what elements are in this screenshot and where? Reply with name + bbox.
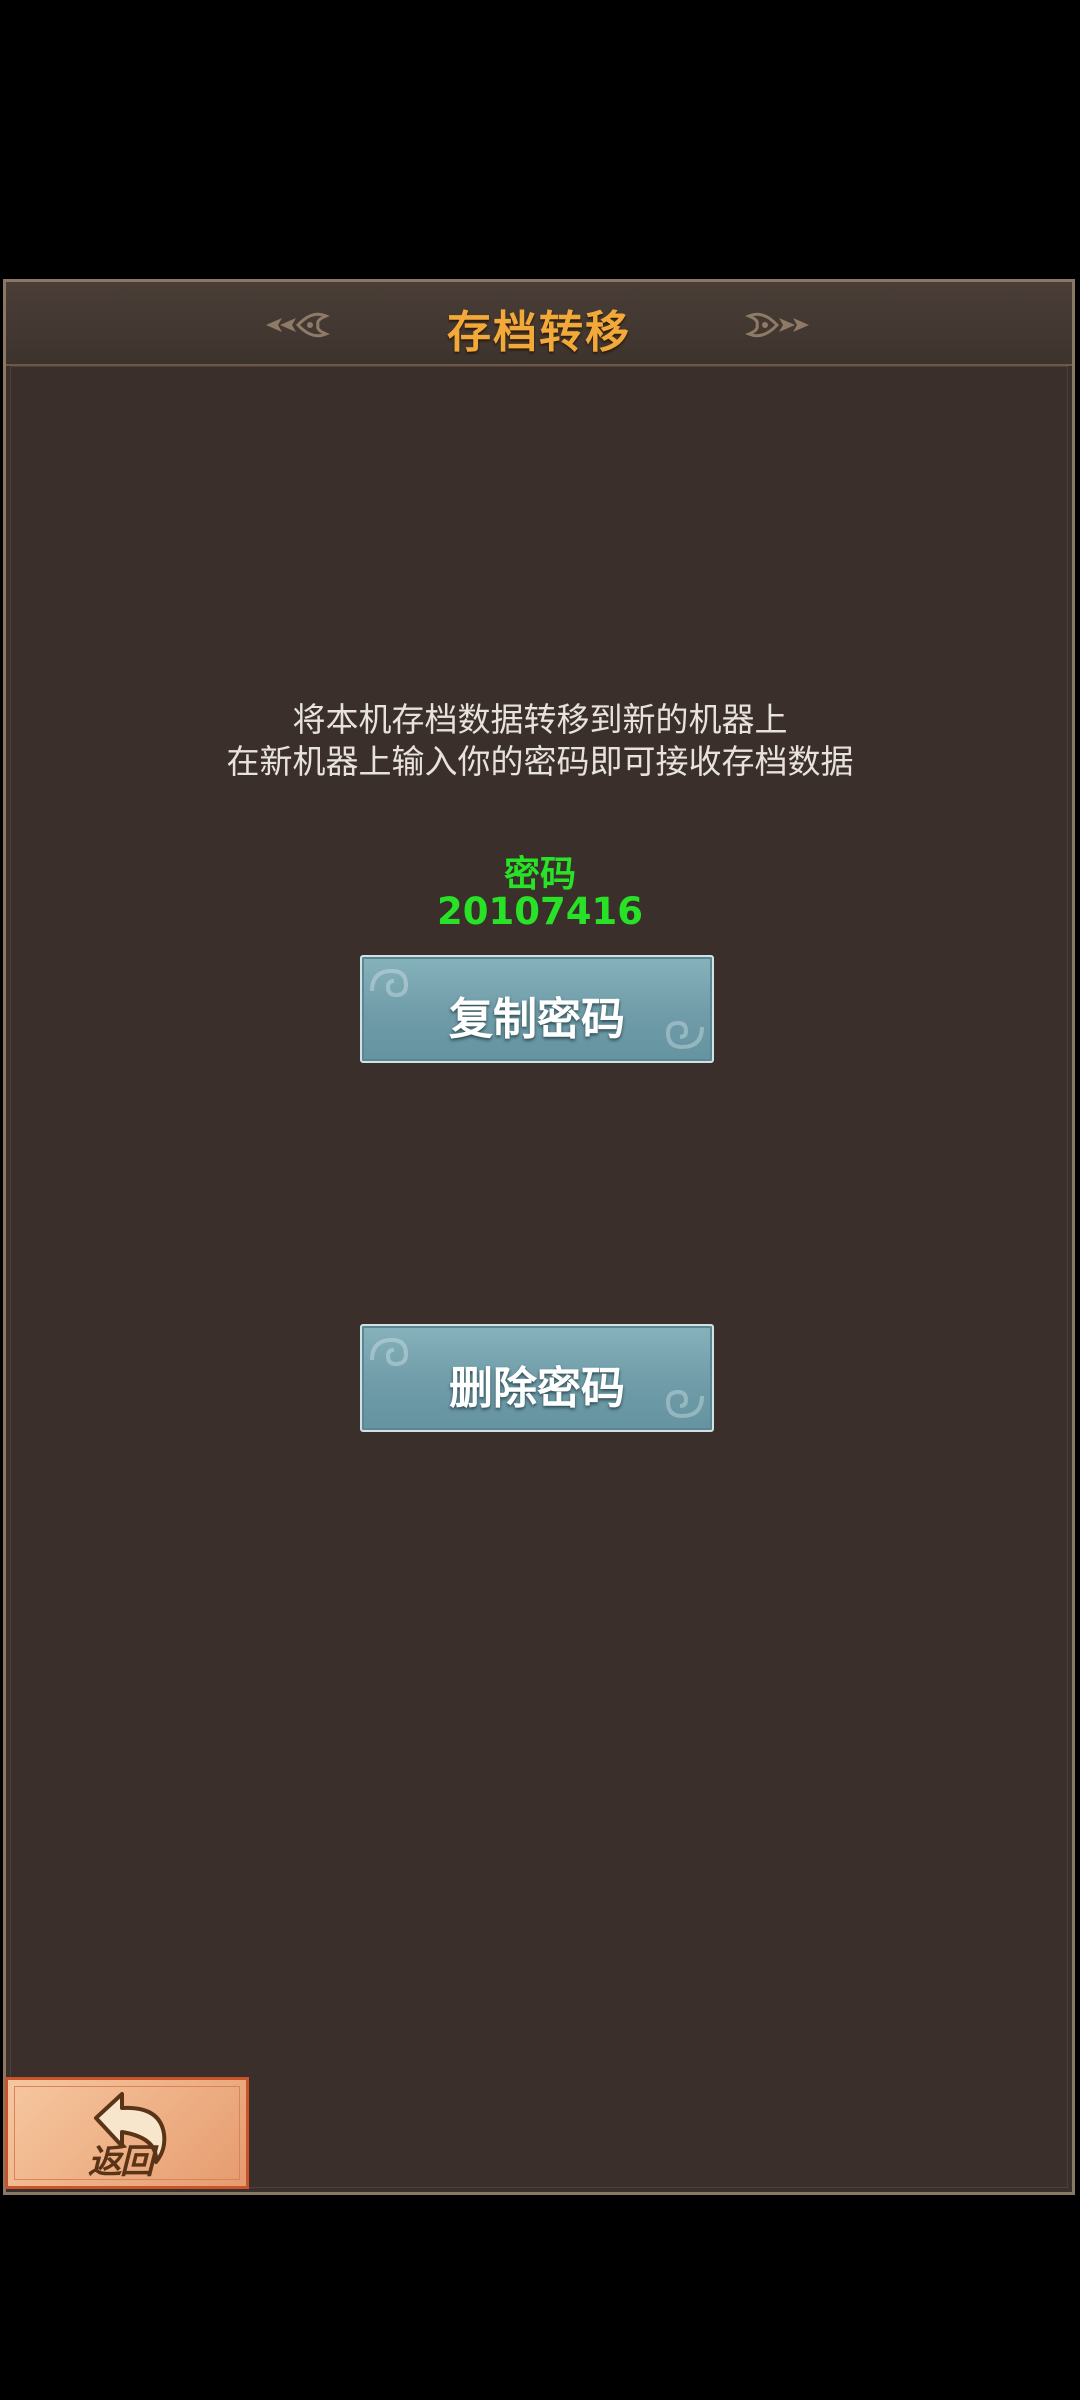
delete-password-button[interactable]: 删除密码 bbox=[360, 1324, 714, 1432]
save-transfer-dialog: 存档转移 bbox=[3, 279, 1075, 2195]
dialog-title: 存档转移 bbox=[447, 307, 631, 358]
info-line-2: 在新机器上输入你的密码即可接收存档数据 bbox=[226, 742, 854, 781]
copy-password-button[interactable]: 复制密码 bbox=[360, 955, 714, 1063]
back-button-label: 返回 bbox=[88, 2142, 154, 2182]
panel-border bbox=[10, 366, 1068, 2188]
password-value: 20107416 bbox=[437, 890, 643, 933]
copy-password-label: 复制密码 bbox=[449, 994, 625, 1045]
info-line-1: 将本机存档数据转移到新的机器上 bbox=[292, 700, 788, 739]
title-bar: 存档转移 bbox=[6, 282, 1072, 366]
back-button[interactable]: 返回 bbox=[5, 2077, 249, 2189]
delete-password-label: 删除密码 bbox=[449, 1363, 625, 1414]
ornament-right-icon bbox=[745, 312, 809, 338]
